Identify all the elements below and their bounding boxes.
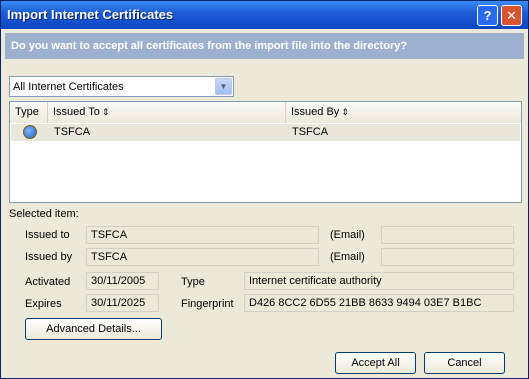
column-header-issued-to[interactable]: Issued To ⇕ — [48, 102, 286, 123]
fingerprint-field: D426 8CC2 6D55 21BB 8633 9494 03E7 B1BC — [244, 294, 514, 312]
advanced-details-button[interactable]: Advanced Details... — [25, 318, 162, 340]
help-button[interactable]: ? — [477, 5, 498, 26]
certificate-icon — [23, 125, 37, 139]
email-label: (Email) — [330, 251, 365, 263]
table-row[interactable]: TSFCA TSFCA — [11, 124, 520, 141]
accept-all-button[interactable]: Accept All — [335, 352, 416, 374]
window-title: Import Internet Certificates — [7, 7, 174, 22]
column-issued-to-label: Issued To — [53, 106, 100, 118]
chevron-down-icon[interactable]: ▼ — [215, 78, 232, 95]
issued-by-email-field — [381, 248, 514, 266]
column-issued-by-label: Issued By — [291, 106, 340, 118]
row-issued-to: TSFCA — [54, 126, 91, 138]
list-header: Type Issued To ⇕ Issued By ⇕ — [10, 102, 521, 123]
issued-to-label: Issued to — [25, 229, 70, 241]
title-bar: Import Internet Certificates ? ✕ — [1, 1, 528, 29]
certificate-list[interactable]: Type Issued To ⇕ Issued By ⇕ TSFCA TSFCA — [9, 101, 522, 203]
email-label: (Email) — [330, 229, 365, 241]
issued-by-label: Issued by — [25, 251, 73, 263]
column-header-type[interactable]: Type — [10, 102, 48, 123]
certificate-filter-dropdown[interactable]: All Internet Certificates ▼ — [9, 76, 234, 97]
filter-selected-value: All Internet Certificates — [13, 81, 124, 93]
issued-to-field: TSFCA — [86, 226, 319, 244]
question-text: Do you want to accept all certificates f… — [11, 40, 408, 52]
type-field: Internet certificate authority — [244, 272, 514, 290]
sort-icon: ⇕ — [101, 107, 110, 117]
fingerprint-label: Fingerprint — [181, 298, 234, 310]
column-header-issued-by[interactable]: Issued By ⇕ — [286, 102, 521, 123]
import-certificates-dialog: Import Internet Certificates ? ✕ Do you … — [0, 0, 529, 379]
expires-field: 30/11/2025 — [86, 294, 159, 312]
issued-by-field: TSFCA — [86, 248, 319, 266]
row-issued-by: TSFCA — [292, 126, 329, 138]
cancel-button[interactable]: Cancel — [424, 352, 505, 374]
activated-field: 30/11/2005 — [86, 272, 159, 290]
activated-label: Activated — [25, 276, 71, 288]
issued-to-email-field — [381, 226, 514, 244]
column-type-label: Type — [15, 106, 39, 118]
type-label: Type — [181, 276, 205, 288]
close-button[interactable]: ✕ — [501, 5, 522, 26]
sort-icon: ⇕ — [341, 107, 349, 117]
question-banner: Do you want to accept all certificates f… — [5, 33, 524, 59]
selected-item-label: Selected item: — [9, 208, 79, 220]
expires-label: Expires — [25, 298, 62, 310]
